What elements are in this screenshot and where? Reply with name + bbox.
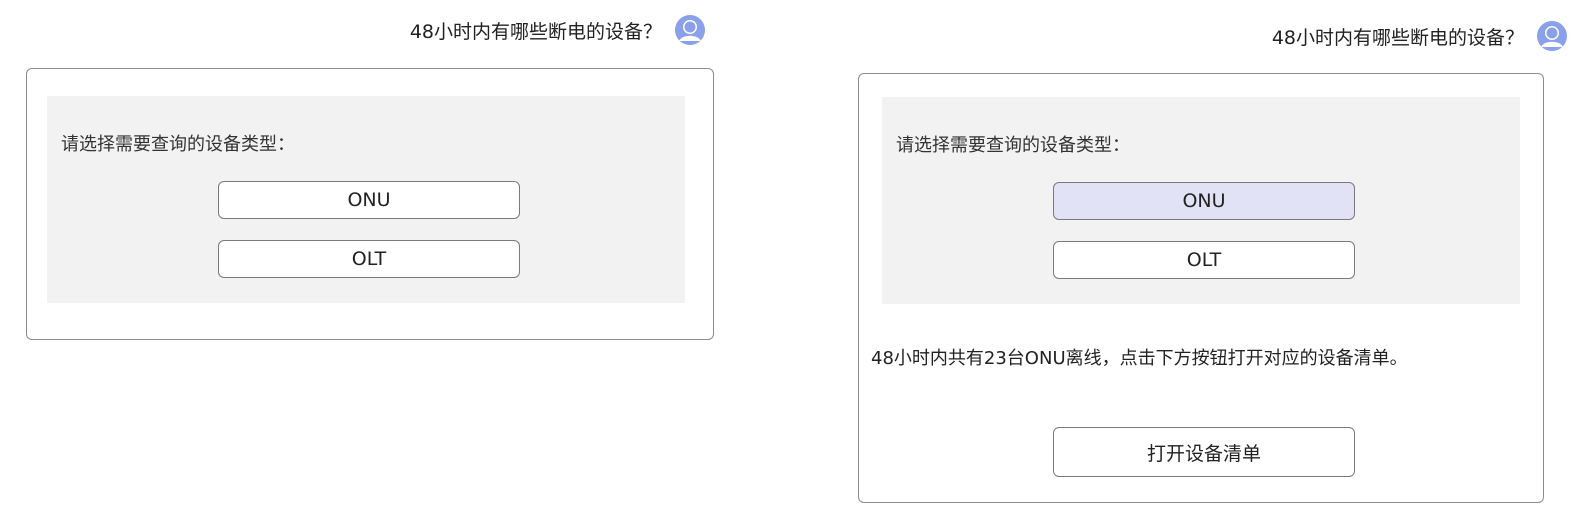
user-question-text: 48小时内有哪些断电的设备？ [409, 20, 662, 43]
option-onu-button[interactable]: ONU [1053, 182, 1355, 220]
chat-comparison: 48小时内有哪些断电的设备？ 请选择需要查询的设备类型： ONU OLT 48小… [0, 0, 1582, 512]
user-avatar-icon [1536, 20, 1568, 52]
option-olt-button[interactable]: OLT [1053, 241, 1355, 279]
result-message: 48小时内共有23台ONU离线，点击下方按钮打开对应的设备清单。 [871, 348, 1408, 369]
chat-panel-right: 48小时内有哪些断电的设备？ 请选择需要查询的设备类型： ONU OLT 48小… [830, 0, 1582, 512]
option-onu-button[interactable]: ONU [218, 181, 520, 219]
device-type-selector: 请选择需要查询的设备类型： ONU OLT [47, 96, 685, 303]
user-message: 48小时内有哪些断电的设备？ [410, 14, 706, 46]
user-message: 48小时内有哪些断电的设备？ [1272, 20, 1568, 52]
device-type-selector: 请选择需要查询的设备类型： ONU OLT [882, 97, 1520, 304]
selector-prompt: 请选择需要查询的设备类型： [896, 135, 1130, 156]
bot-reply-card: 请选择需要查询的设备类型： ONU OLT [26, 68, 714, 340]
user-avatar-icon [674, 14, 706, 46]
option-olt-button[interactable]: OLT [218, 240, 520, 278]
chat-panel-left: 48小时内有哪些断电的设备？ 请选择需要查询的设备类型： ONU OLT [0, 0, 720, 512]
user-question-text: 48小时内有哪些断电的设备？ [1271, 26, 1524, 49]
open-device-list-button[interactable]: 打开设备清单 [1053, 427, 1355, 477]
bot-reply-card: 请选择需要查询的设备类型： ONU OLT 48小时内共有23台ONU离线，点击… [858, 73, 1544, 503]
selector-prompt: 请选择需要查询的设备类型： [61, 134, 295, 155]
